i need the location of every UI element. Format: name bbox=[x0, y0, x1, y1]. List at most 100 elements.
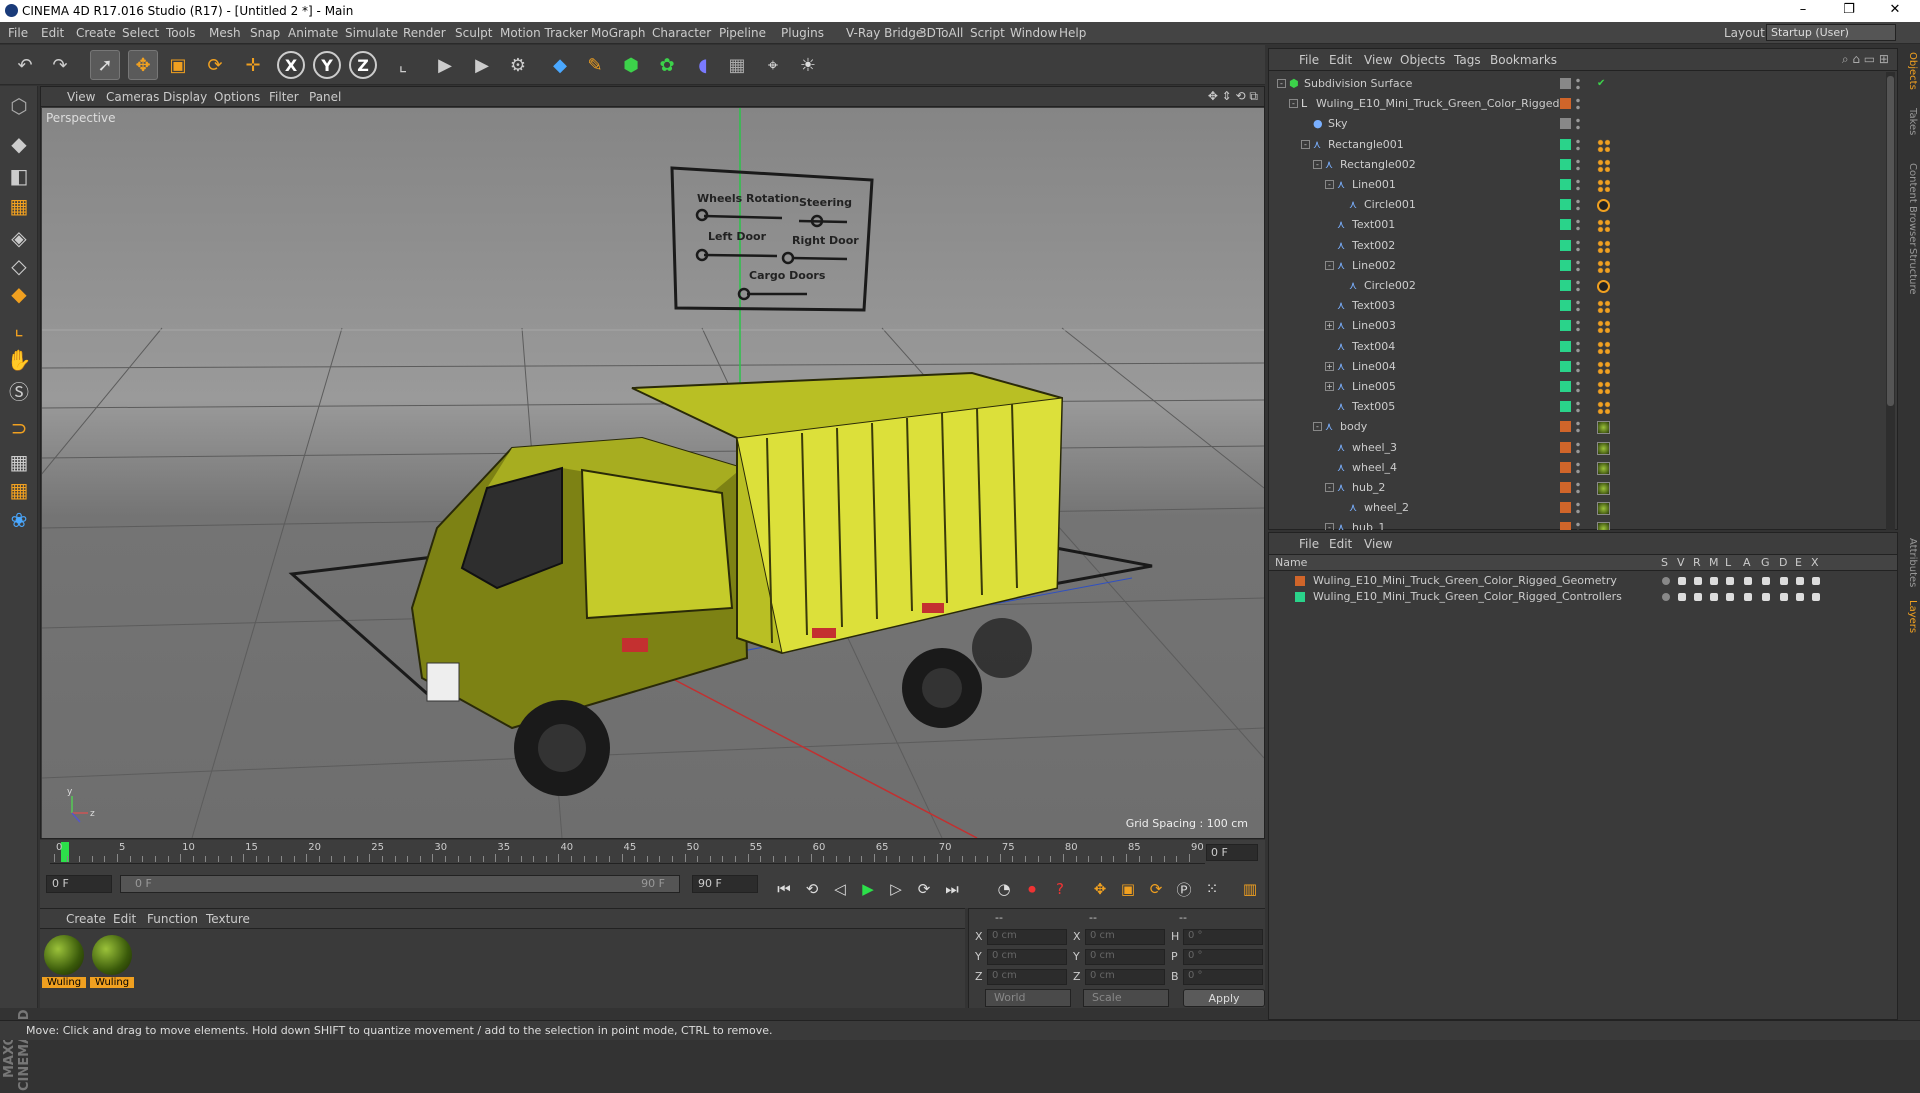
layer-toggle-icon[interactable] bbox=[1812, 593, 1820, 601]
menu-tools[interactable]: Tools bbox=[166, 26, 196, 40]
live-select-icon[interactable]: ✛ bbox=[238, 50, 268, 80]
layer-color-swatch[interactable] bbox=[1560, 158, 1571, 170]
material-menu-create[interactable]: Create bbox=[66, 912, 106, 926]
tweak-mode-icon[interactable]: ✋ bbox=[3, 344, 35, 376]
tag-icon[interactable] bbox=[1597, 280, 1610, 293]
visibility-dots[interactable] bbox=[1576, 420, 1580, 435]
layer-color-swatch[interactable] bbox=[1295, 592, 1305, 602]
layer-toggle-icon[interactable] bbox=[1780, 593, 1788, 601]
tree-collapse-icon[interactable]: - bbox=[1325, 483, 1334, 492]
menu-render[interactable]: Render bbox=[403, 26, 446, 40]
layer-color-swatch[interactable] bbox=[1560, 78, 1571, 89]
tag-icon[interactable] bbox=[1597, 259, 1610, 273]
menu-mesh[interactable]: Mesh bbox=[209, 26, 241, 40]
cloner-icon[interactable]: ✿ bbox=[652, 50, 682, 80]
object-row[interactable]: ⋏ Circle002 bbox=[1269, 276, 1884, 296]
key-pla-icon[interactable]: ⁙ bbox=[1200, 877, 1224, 901]
move-icon[interactable]: ✥ bbox=[128, 50, 158, 80]
layer-color-swatch[interactable] bbox=[1560, 502, 1571, 514]
layer-toggle-icon[interactable] bbox=[1744, 593, 1752, 601]
menu-v-ray-bridge[interactable]: V-Ray Bridge bbox=[846, 26, 923, 40]
apply-button[interactable]: Apply bbox=[1183, 989, 1265, 1007]
menu-create[interactable]: Create bbox=[76, 26, 116, 40]
material-menu-edit[interactable]: Edit bbox=[113, 912, 136, 926]
object-row[interactable]: - ⋏ hub_2 bbox=[1269, 478, 1884, 498]
layer-toggle-icon[interactable] bbox=[1694, 577, 1702, 585]
coord-system-dropdown[interactable]: World bbox=[985, 989, 1071, 1007]
menu-select[interactable]: Select bbox=[122, 26, 159, 40]
visibility-dots[interactable] bbox=[1576, 97, 1580, 112]
subdivision-icon[interactable]: ⬢ bbox=[616, 50, 646, 80]
layer-color-swatch[interactable] bbox=[1560, 239, 1571, 251]
om-menu-tags[interactable]: Tags bbox=[1454, 53, 1481, 67]
layer-color-swatch[interactable] bbox=[1560, 98, 1571, 110]
visibility-dots[interactable] bbox=[1576, 501, 1580, 516]
undo-icon[interactable]: ↶ bbox=[10, 50, 40, 80]
layout-dropdown[interactable]: Startup (User) bbox=[1766, 24, 1896, 41]
select-arrow-icon[interactable]: ➚ bbox=[90, 50, 120, 80]
tag-icon[interactable] bbox=[1597, 360, 1610, 374]
object-row[interactable]: ⋏ Text003 bbox=[1269, 296, 1884, 316]
object-row[interactable]: ⋏ Text002 bbox=[1269, 236, 1884, 256]
layer-row[interactable]: Wuling_E10_Mini_Truck_Green_Color_Rigged… bbox=[1269, 573, 1884, 589]
menu-edit[interactable]: Edit bbox=[41, 26, 64, 40]
object-row[interactable]: - ⬢ Subdivision Surface ✔ bbox=[1269, 74, 1884, 94]
viewport-menu-display[interactable]: Display bbox=[163, 90, 207, 104]
visibility-dots[interactable] bbox=[1576, 299, 1580, 314]
layer-color-swatch[interactable] bbox=[1560, 340, 1571, 352]
rotate-icon[interactable]: ⟳ bbox=[200, 50, 230, 80]
x-axis-icon[interactable]: X bbox=[277, 51, 305, 79]
redo-icon[interactable]: ↷ bbox=[45, 50, 75, 80]
play-icon[interactable]: ▶ bbox=[856, 877, 880, 901]
magnet-icon[interactable]: ⊃ bbox=[3, 412, 35, 444]
cube-icon[interactable]: ◆ bbox=[545, 50, 575, 80]
visibility-dots[interactable] bbox=[1576, 157, 1580, 172]
viewport-nav-icon[interactable]: ✥ ⇕ ⟲ ⧉ bbox=[1208, 89, 1258, 104]
timeline-layout-icon[interactable]: ▥ bbox=[1238, 877, 1262, 901]
layer-color-swatch[interactable] bbox=[1295, 576, 1305, 586]
texture-mode-icon[interactable]: ◧ bbox=[3, 160, 35, 192]
object-row[interactable]: - ⋏ Rectangle001 bbox=[1269, 135, 1884, 155]
layer-toggle-icon[interactable] bbox=[1796, 577, 1804, 585]
visibility-dots[interactable] bbox=[1576, 460, 1580, 475]
tree-collapse-icon[interactable]: - bbox=[1277, 79, 1286, 88]
tree-collapse-icon[interactable]: - bbox=[1325, 523, 1334, 530]
menu-character[interactable]: Character bbox=[652, 26, 711, 40]
axis-mode-icon[interactable]: ⌞ bbox=[3, 312, 35, 344]
tag-icon[interactable] bbox=[1597, 441, 1610, 455]
visibility-dots[interactable] bbox=[1576, 77, 1580, 91]
material-swatch[interactable]: Wuling bbox=[42, 933, 86, 991]
tag-icon[interactable] bbox=[1597, 522, 1610, 530]
key-rotation-icon[interactable]: ⟳ bbox=[1144, 877, 1168, 901]
menu-mograph[interactable]: MoGraph bbox=[591, 26, 646, 40]
layer-toggle-icon[interactable] bbox=[1678, 577, 1686, 585]
visibility-dots[interactable] bbox=[1576, 218, 1580, 233]
layer-color-swatch[interactable] bbox=[1560, 138, 1571, 150]
tag-icon[interactable] bbox=[1597, 502, 1610, 516]
tree-collapse-icon[interactable]: - bbox=[1301, 139, 1310, 149]
object-row[interactable]: - L Wuling_E10_Mini_Truck_Green_Color_Rigg… bbox=[1269, 94, 1884, 114]
om-search-icon[interactable]: ⌕ ⌂ ▭ ⊞ bbox=[1842, 52, 1889, 67]
position-z-field[interactable]: 0 cm bbox=[987, 969, 1067, 985]
object-row[interactable]: - ⋏ Line002 bbox=[1269, 256, 1884, 276]
object-row[interactable]: ⋏ Circle001 bbox=[1269, 195, 1884, 215]
deformer-icon[interactable]: ◖ bbox=[688, 50, 718, 80]
visibility-dots[interactable] bbox=[1576, 339, 1580, 354]
menu-window[interactable]: Window bbox=[1010, 26, 1057, 40]
tag-icon[interactable] bbox=[1597, 461, 1610, 475]
soft-selection-icon[interactable]: ▦ bbox=[3, 474, 35, 506]
om-menu-file[interactable]: File bbox=[1299, 53, 1319, 67]
make-editable-icon[interactable]: ⬡ bbox=[3, 90, 35, 122]
layer-toggle-icon[interactable] bbox=[1726, 593, 1734, 601]
viewport-menu-view[interactable]: View bbox=[67, 90, 95, 104]
object-row[interactable]: + ⋏ Line004 bbox=[1269, 357, 1884, 377]
visibility-dots[interactable] bbox=[1576, 258, 1580, 273]
tag-icon[interactable] bbox=[1597, 300, 1610, 314]
menu-pipeline[interactable]: Pipeline bbox=[719, 26, 766, 40]
key-scale-icon[interactable]: ▣ bbox=[1116, 877, 1140, 901]
record-keys-icon[interactable]: ◔ bbox=[992, 877, 1016, 901]
layer-color-swatch[interactable] bbox=[1560, 280, 1571, 291]
autokey-icon[interactable]: ⏺ bbox=[1020, 877, 1044, 901]
frame-range-slider[interactable]: 0 F 90 F bbox=[120, 875, 680, 893]
snap-icon[interactable]: Ⓢ bbox=[3, 374, 35, 406]
